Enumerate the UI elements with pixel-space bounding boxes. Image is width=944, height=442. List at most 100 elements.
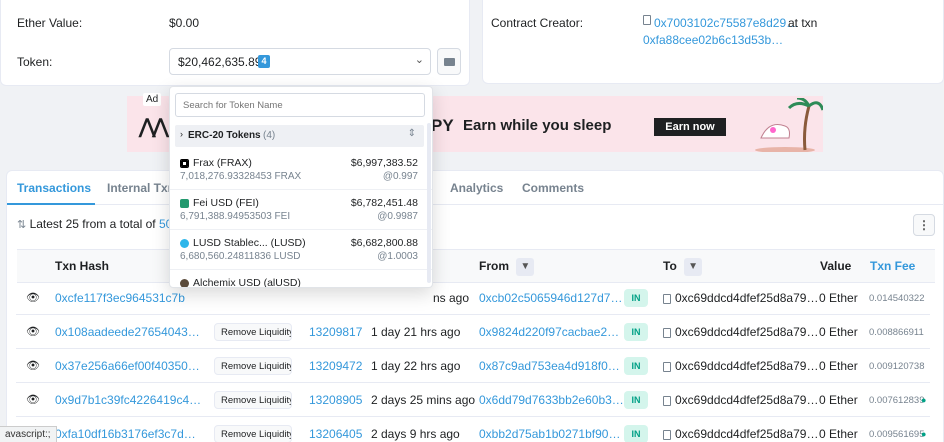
- age-text: ns ago: [433, 291, 470, 305]
- ad-cta-button[interactable]: Earn now: [654, 118, 726, 136]
- value-text: 0 Ether: [819, 359, 858, 373]
- wallet-icon: [443, 57, 455, 66]
- creator-txn-link[interactable]: 0xfa88cee02b6c13d53b…: [643, 33, 783, 47]
- header-value: Value: [820, 259, 852, 273]
- token-name-label: Frax (FRAX): [193, 157, 252, 169]
- sort-icon: ⇕: [407, 128, 416, 139]
- sort-icon: ⇅: [17, 219, 27, 231]
- header-txn-hash: Txn Hash: [55, 259, 110, 273]
- eye-icon[interactable]: 👁: [26, 349, 40, 383]
- header-to: To ▼: [663, 250, 703, 282]
- token-group-count: (4): [263, 130, 276, 141]
- header-from: From ▼: [479, 250, 535, 282]
- value-text: 0 Ether: [819, 393, 858, 407]
- chevron-right-icon: ›: [180, 129, 183, 139]
- ether-value: $0.00: [169, 16, 200, 30]
- tab-analytics[interactable]: Analytics: [450, 181, 503, 195]
- dropdown-scrollbar[interactable]: [427, 123, 431, 283]
- from-address-link[interactable]: 0x6dd79d7633bb2e60b3…: [479, 383, 624, 417]
- more-info-card: Contract Creator: 0x7003102c75587e8d29… …: [482, 0, 944, 84]
- contract-creator-label: Contract Creator:: [491, 16, 584, 30]
- at-txn-text: at txn: [788, 16, 818, 30]
- age-text: 2 days 9 hrs ago: [371, 427, 460, 441]
- document-icon: [663, 417, 671, 442]
- eye-icon[interactable]: 👁: [26, 383, 40, 417]
- token-name: LUSD Stablec... (LUSD): [180, 237, 306, 249]
- token-list-item[interactable]: Alchemix USD (alUSD) 6,677,984.41303438 …: [170, 270, 432, 288]
- token-logo-icon: [180, 238, 189, 248]
- block-link[interactable]: 13209817: [309, 315, 362, 349]
- token-label: Token:: [17, 55, 53, 69]
- creator-address-link[interactable]: 0x7003102c75587e8d29…: [654, 16, 798, 30]
- token-value: $6,682,800.88: [350, 237, 418, 249]
- age-text: 1 day 21 hrs ago: [371, 325, 461, 339]
- token-amount: 6,791,388.94953503 FEI: [180, 211, 291, 222]
- table-row: 👁 0x9d7b1c39fc4226419c4… Remove Liquidit…: [16, 383, 930, 417]
- filter-icon[interactable]: ▼: [516, 257, 535, 276]
- value-text: 0 Ether: [819, 291, 858, 305]
- header-to-label: To: [663, 259, 677, 273]
- block-link[interactable]: 13206405: [309, 417, 362, 442]
- wallet-button[interactable]: [437, 48, 461, 75]
- eye-icon[interactable]: 👁: [26, 315, 40, 349]
- ether-value-label: Ether Value:: [17, 16, 83, 30]
- gas-refund-icon: ●: [921, 429, 927, 439]
- token-value: $20,462,635.89: [178, 55, 262, 69]
- method-badge: Remove Liquidity…: [214, 357, 292, 375]
- document-icon: [663, 383, 671, 417]
- eye-icon[interactable]: 👁: [26, 281, 40, 315]
- header-txn-fee[interactable]: Txn Fee: [870, 250, 915, 282]
- ad-brand-fragment: PY: [431, 116, 454, 135]
- token-price: @0.9987: [377, 211, 418, 222]
- overview-card: Ether Value: $0.00 Token: $20,462,635.89…: [0, 0, 470, 86]
- txn-hash-link[interactable]: 0x37e256a66ef00f40350…: [55, 349, 200, 383]
- token-search-input[interactable]: [175, 93, 425, 117]
- ad-logo: ⋀⋀: [139, 116, 169, 138]
- token-value: $6,997,383.52: [350, 157, 418, 169]
- method-badge: Remove Liquidity…: [214, 425, 292, 442]
- direction-badge: IN: [624, 289, 648, 307]
- token-select[interactable]: $20,462,635.89 4 ⌄: [169, 48, 431, 75]
- token-list-item[interactable]: LUSD Stablec... (LUSD) 6,680,560.2481183…: [170, 230, 432, 270]
- token-group-header[interactable]: › ERC-20 Tokens (4) ⇕: [175, 125, 424, 147]
- direction-badge: IN: [624, 357, 648, 375]
- header-from-label: From: [479, 259, 509, 273]
- table-row: 👁 0x108aadeede27654043… Remove Liquidity…: [16, 315, 930, 349]
- tab-transactions[interactable]: Transactions: [17, 181, 91, 195]
- document-icon: [663, 281, 671, 315]
- token-name-label: LUSD Stablec... (LUSD): [193, 237, 306, 249]
- token-list-item[interactable]: Fei USD (FEI) 6,791,388.94953503 FEI $6,…: [170, 190, 432, 230]
- filter-icon[interactable]: ▼: [684, 257, 703, 276]
- from-address-link[interactable]: 0xcb02c5065946d127d7…: [479, 281, 622, 315]
- value-text: 0 Ether: [819, 427, 858, 441]
- document-icon: [663, 315, 671, 349]
- tab-comments[interactable]: Comments: [522, 181, 584, 195]
- from-address-link[interactable]: 0x87c9ad753ea4d918f0…: [479, 349, 620, 383]
- direction-badge: IN: [624, 391, 648, 409]
- txn-hash-link[interactable]: 0x108aadeede27654043…: [55, 315, 200, 349]
- txn-hash-link[interactable]: 0xfa10df16b3176ef3c7d…: [55, 417, 196, 442]
- summary-prefix: Latest 25 from a total of: [29, 217, 156, 231]
- token-name-label: Alchemix USD (alUSD): [193, 277, 301, 288]
- tab-active-indicator: [7, 203, 95, 205]
- txn-hash-link[interactable]: 0x9d7b1c39fc4226419c4…: [55, 383, 201, 417]
- ad-palm-illustration: [747, 96, 825, 153]
- more-options-button[interactable]: ⋮: [913, 214, 935, 236]
- table-header: Txn Hash From ▼ To ▼ Value Txn Fee: [17, 249, 935, 283]
- token-logo-icon: [180, 198, 189, 208]
- ad-tagline: Earn while you sleep: [463, 117, 612, 134]
- from-address-link[interactable]: 0xbb2d75ab1b0271bf90…: [479, 417, 620, 442]
- token-count-badge: 4: [258, 55, 270, 68]
- token-list-item[interactable]: Frax (FRAX) 7,018,276.93328453 FRAX $6,9…: [170, 150, 432, 190]
- token-dropdown: › ERC-20 Tokens (4) ⇕ Frax (FRAX) 7,018,…: [169, 86, 433, 288]
- block-link[interactable]: 13209472: [309, 349, 362, 383]
- block-link[interactable]: 13208905: [309, 383, 362, 417]
- to-address: 0xc69ddcd4dfef25d8a79…: [675, 291, 819, 305]
- direction-badge: IN: [624, 425, 648, 442]
- txn-hash-link[interactable]: 0xcfe117f3ec964531c7b: [55, 281, 185, 315]
- token-price: @1.0003: [377, 251, 418, 262]
- from-address-link[interactable]: 0x9824d220f97cacbae2…: [479, 315, 619, 349]
- chevron-down-icon: ⌄: [414, 54, 424, 66]
- token-value: $6,782,451.48: [350, 197, 418, 209]
- txn-fee-text: 0.009120738: [869, 361, 925, 372]
